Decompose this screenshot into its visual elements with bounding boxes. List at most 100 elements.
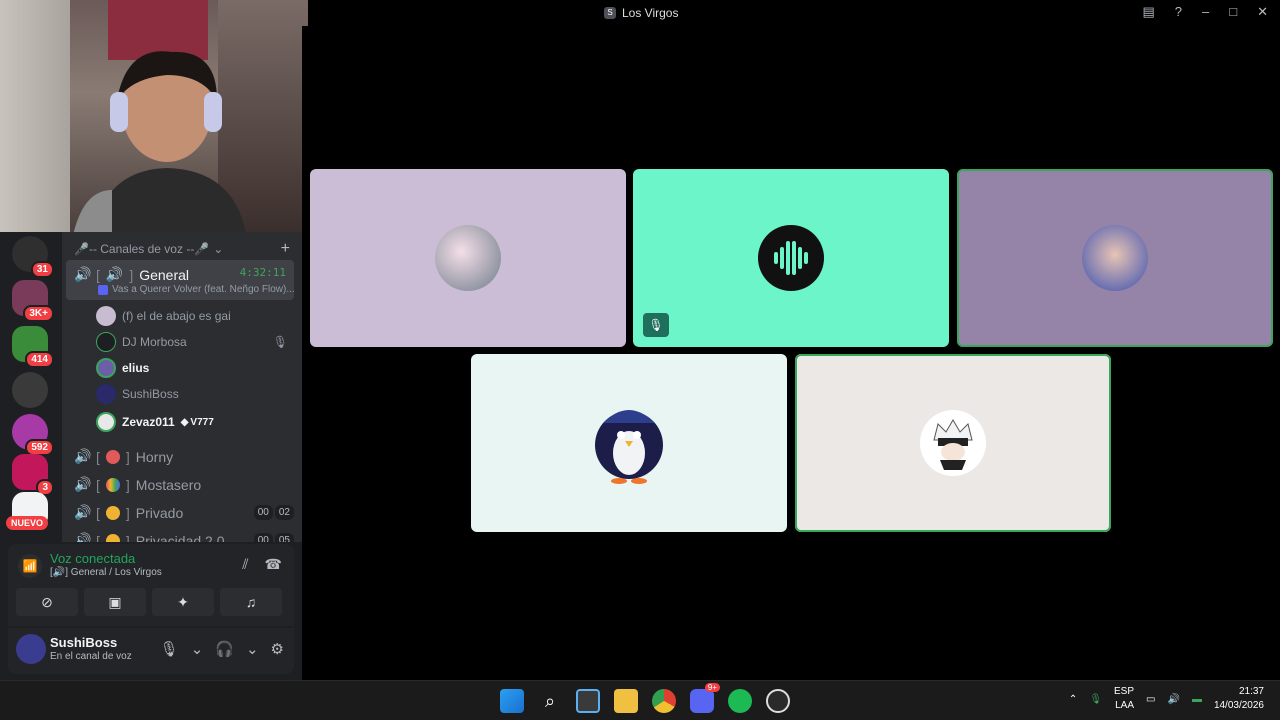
activities-icon: ✦ <box>177 594 189 610</box>
user-panel-name[interactable]: SushiBoss <box>50 635 117 650</box>
rainbow-icon <box>105 477 120 492</box>
clock-time: 21:37 <box>1238 686 1264 697</box>
voice-stage: 🎙 <box>302 26 1280 680</box>
window-title: S Los Virgos <box>604 6 678 20</box>
voice-user[interactable]: Zevaz011 ◆ V777 <box>96 412 288 432</box>
avatar <box>96 358 116 378</box>
participant-tile-speaking[interactable] <box>795 354 1111 532</box>
participant-tile[interactable] <box>310 169 626 347</box>
chrome-icon[interactable] <box>652 689 676 713</box>
network-icon[interactable]: ▭ <box>1146 694 1155 705</box>
voice-user[interactable]: SushiBoss <box>96 384 288 404</box>
soundboard-icon: ♫ <box>245 594 257 610</box>
chevron-down-icon[interactable]: ⌄ <box>191 640 204 658</box>
microphone-icon[interactable]: 🎙 <box>160 640 179 658</box>
search-icon[interactable]: ⌕ <box>538 689 562 713</box>
user-controls: 🎙 ⌄ 🎧 ⌄ ⚙ <box>160 640 284 658</box>
headphones-icon[interactable]: 🎧 <box>215 640 234 658</box>
chevron-down-icon: ⌄ <box>213 242 224 256</box>
voice-user[interactable]: (f) el de abajo es gai <box>96 306 288 326</box>
app-icon[interactable] <box>766 689 790 713</box>
clock-date: 14/03/2026 <box>1213 700 1264 711</box>
maximize-icon[interactable]: □ <box>1229 4 1237 20</box>
screen-share-button[interactable]: ▣ <box>84 588 146 616</box>
window-titlebar: S Los Virgos ▤ ? – □ ✕ <box>308 0 1280 26</box>
user-panel-status: En el canal de voz <box>50 651 132 662</box>
avatar <box>96 306 116 326</box>
layout-code: LAA <box>1115 700 1135 711</box>
user-tag: ◆ V777 <box>180 416 214 428</box>
activities-button[interactable]: ✦ <box>152 588 214 616</box>
clock[interactable]: 21:37 14/03/2026 <box>1214 685 1264 713</box>
participant-avatar <box>920 410 986 476</box>
bracket: [ <box>96 266 100 283</box>
channel-horny[interactable]: 🔊 [ ] Horny <box>74 448 294 465</box>
guild-icon[interactable]: 3 <box>12 454 54 496</box>
mic-muted-icon: 🎙 <box>272 335 288 349</box>
volume-icon[interactable]: 🔊 <box>1167 694 1179 705</box>
guild-icon[interactable] <box>12 372 48 408</box>
bracket: [ <box>96 476 100 493</box>
voice-status-title: Voz conectada <box>50 551 136 566</box>
close-icon[interactable]: ✕ <box>1257 4 1268 20</box>
guild-icon[interactable]: 414 <box>12 326 54 368</box>
add-channel-icon[interactable]: + <box>281 240 290 258</box>
help-icon[interactable]: ? <box>1175 4 1182 20</box>
chevron-up-icon[interactable]: ⌃ <box>1069 694 1077 705</box>
battery-icon[interactable]: ▬ <box>1192 694 1202 705</box>
avatar[interactable] <box>16 634 46 664</box>
participant-avatar <box>435 225 501 291</box>
connection-signal-icon[interactable]: 📶 <box>18 554 42 578</box>
channel-general[interactable]: 🔊 [ 🔊 ] General 4:32:11 Vas a Querer Vol… <box>66 260 295 300</box>
channel-privacidad[interactable]: 🔊 [ ] Privacidad 2.0 00 05 <box>74 532 294 542</box>
voice-user[interactable]: elius <box>96 358 288 378</box>
disconnect-icon[interactable]: ☎ <box>265 556 282 573</box>
channel-list: 🎤-- Canales de voz --🎤 ⌄ + 🔊 [ 🔊 ] Gener… <box>62 232 302 542</box>
soundboard-button[interactable]: ♫ <box>220 588 282 616</box>
titlebar-icons: ▤ ? – □ ✕ <box>1142 4 1268 20</box>
now-playing-text: Vas a Querer Volver (feat. Neñgo Flow)..… <box>112 284 295 295</box>
input-language[interactable]: ESP LAA <box>1114 685 1134 713</box>
participant-tile[interactable]: 🎙 <box>633 169 949 347</box>
screen-share-icon: ▣ <box>108 594 122 610</box>
avatar <box>96 384 116 404</box>
channel-privado[interactable]: 🔊 [ ] Privado 00 02 <box>74 504 294 521</box>
bracket: [ <box>96 532 100 543</box>
guild-icon[interactable]: 3K+ <box>12 280 54 322</box>
channel-mostasero[interactable]: 🔊 [ ] Mostasero <box>74 476 294 493</box>
channel-name: Privado <box>135 504 184 521</box>
guild-list: 31 3K+ 414 592 3 <box>0 232 60 542</box>
inbox-icon[interactable]: ▤ <box>1142 4 1154 20</box>
category-label: 🎤-- Canales de voz --🎤 <box>74 242 210 256</box>
category-header[interactable]: 🎤-- Canales de voz --🎤 ⌄ + <box>74 240 290 258</box>
camera-toggle-button[interactable]: ⊘ <box>16 588 78 616</box>
settings-gear-icon[interactable]: ⚙ <box>271 640 284 658</box>
participant-avatar <box>758 225 824 291</box>
voice-actions: ⫽ ☎ <box>242 556 282 573</box>
mic-muted-icon: 🎙 <box>643 313 669 337</box>
new-badge: NUEVO <box>6 516 49 530</box>
store-icon[interactable] <box>576 689 600 713</box>
bracket: [ <box>96 448 100 465</box>
guild-badge: 31 <box>30 261 54 278</box>
participant-tile-speaking[interactable] <box>957 169 1273 347</box>
windows-taskbar: ⌕ 9+ ⌃ 🎙 ESP LAA ▭ 🔊 ▬ 21:37 14/03/2026 <box>0 680 1280 720</box>
guild-icon[interactable]: 592 <box>12 414 54 456</box>
start-icon[interactable] <box>500 689 524 713</box>
webcam-background-wall <box>0 0 70 232</box>
microphone-in-use-icon[interactable]: 🎙 <box>1089 694 1102 705</box>
avatar <box>96 332 116 352</box>
voice-status-subtitle[interactable]: [🔊] General / Los Virgos <box>50 567 162 578</box>
chevron-down-icon[interactable]: ⌄ <box>246 640 259 658</box>
voice-user[interactable]: DJ Morbosa 🎙 <box>96 332 288 352</box>
spotify-icon[interactable] <box>728 689 752 713</box>
minimize-icon[interactable]: – <box>1202 4 1209 20</box>
activity-icon <box>98 284 108 295</box>
file-explorer-icon[interactable] <box>614 689 638 713</box>
discord-icon[interactable]: 9+ <box>690 683 720 713</box>
user-count: 00 05 <box>253 533 294 542</box>
channel-name: Horny <box>135 448 174 465</box>
noise-suppression-icon[interactable]: ⫽ <box>242 556 248 573</box>
participant-tile[interactable] <box>471 354 787 532</box>
guild-icon[interactable]: 31 <box>12 236 54 278</box>
